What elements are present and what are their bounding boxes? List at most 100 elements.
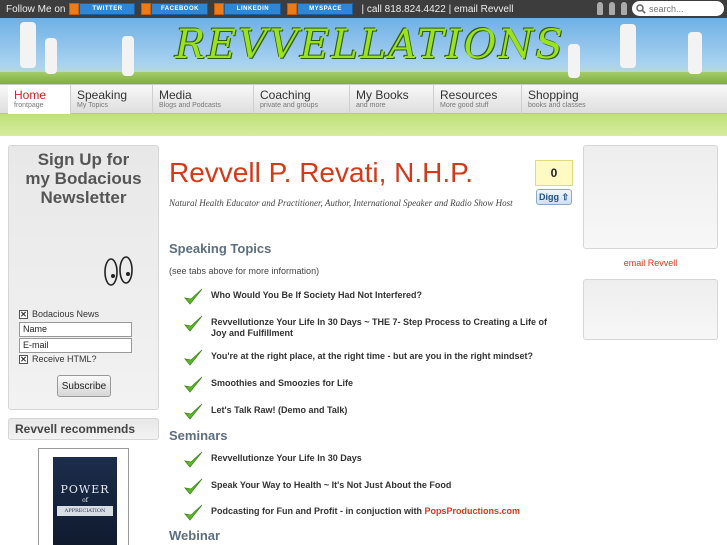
list-item-text: Revvellutionze Your Life In 30 Days ~ TH… xyxy=(211,317,548,338)
name-field[interactable]: Name xyxy=(19,322,132,337)
nav-item-subtitle: frontpage xyxy=(14,102,44,109)
nav-item-speaking[interactable]: Speaking My Topics xyxy=(71,85,153,114)
newsletter-signup-box: Sign Up for my Bodacious Newsletter ✕ Bo… xyxy=(8,145,159,410)
receive-html-checkbox[interactable]: ✕ xyxy=(19,354,28,364)
bodacious-news-option[interactable]: ✕ Bodacious News xyxy=(19,309,99,319)
email-field[interactable]: E-mail xyxy=(19,338,132,353)
top-bar: Follow Me on TWITTER FACEBOOK LINKEDIN M… xyxy=(0,0,727,18)
list-item-text: Revvellutionze Your Life In 30 Days xyxy=(211,453,362,463)
page-title: Revvell P. Revati, N.H.P. xyxy=(169,157,473,188)
main-nav: Home frontpage Speaking My Topics Media … xyxy=(0,84,727,114)
eyes-logo-icon xyxy=(104,256,133,286)
digg-button[interactable]: Digg ⇧ xyxy=(536,189,572,205)
webinar-heading: Webinar xyxy=(169,528,221,543)
nav-item-subtitle: private and groups xyxy=(260,102,318,109)
list-item: Revvellutionze Your Life In 30 Days ~ TH… xyxy=(183,314,561,339)
list-item: You're at the right place, at the right … xyxy=(183,348,561,368)
list-item-text: Smoothies and Smoozies for Life xyxy=(211,378,354,388)
twitter-label: TWITTER xyxy=(79,3,136,15)
list-item: Smoothies and Smoozies for Life xyxy=(183,375,561,395)
pops-productions-link[interactable]: PopsProductions.com xyxy=(425,506,521,516)
header-banner: REVVELLATIONS xyxy=(0,18,727,84)
nav-item-shopping[interactable]: Shopping books and classes xyxy=(522,85,612,114)
speaking-topics-heading: Speaking Topics xyxy=(169,241,272,256)
jumping-person-image xyxy=(20,22,36,68)
list-item: Who Would You Be If Society Had Not Inte… xyxy=(183,287,561,307)
checkmark-icon xyxy=(184,451,203,468)
checkmark-icon xyxy=(184,504,203,521)
linkedin-link[interactable]: LINKEDIN xyxy=(214,3,282,15)
facebook-label: FACEBOOK xyxy=(151,3,209,15)
list-item-text: Who Would You Be If Society Had Not Inte… xyxy=(211,290,423,300)
speaking-note: (see tabs above for more information) xyxy=(169,266,320,276)
list-item: Speak Your Way to Health ~ It's Not Just… xyxy=(183,477,561,497)
list-item: Let's Talk Raw! (Demo and Talk) xyxy=(183,402,561,422)
grass-graphic xyxy=(0,72,727,84)
nav-item-subtitle: and more xyxy=(356,102,386,109)
jumping-person-image xyxy=(620,24,636,68)
nav-item-home[interactable]: Home frontpage xyxy=(8,85,71,114)
linkedin-icon xyxy=(214,3,225,15)
book-title-line: of xyxy=(82,497,88,504)
checkmark-icon xyxy=(184,478,203,495)
book-title-line: POWER xyxy=(60,483,110,496)
site-logo[interactable]: REVVELLATIONS xyxy=(175,22,565,68)
book-title-line: APPRECIATION xyxy=(57,506,113,516)
list-item: Revvellutionze Your Life In 30 Days xyxy=(183,450,561,470)
list-item-text: Podcasting for Fun and Profit - in conju… xyxy=(211,503,561,517)
facebook-link[interactable]: FACEBOOK xyxy=(141,3,209,15)
list-item-text-prefix: Podcasting for Fun and Profit - in conju… xyxy=(211,506,425,516)
list-item: Podcasting for Fun and Profit - in conju… xyxy=(183,503,561,523)
green-divider xyxy=(0,114,727,136)
right-box-2 xyxy=(583,279,718,340)
nav-item-subtitle: My Topics xyxy=(77,102,108,109)
list-item-text: You're at the right place, at the right … xyxy=(211,351,534,361)
person-icon xyxy=(621,2,627,15)
book-cover: POWER of APPRECIATION xyxy=(53,457,117,545)
myspace-link[interactable]: MYSPACE xyxy=(287,3,354,15)
jumping-person-image xyxy=(122,36,134,76)
person-icon xyxy=(597,2,603,15)
myspace-label: MYSPACE xyxy=(297,3,354,15)
nav-item-subtitle: books and classes xyxy=(528,102,586,109)
seminars-heading: Seminars xyxy=(169,428,228,443)
search-input[interactable] xyxy=(649,3,719,14)
digg-widget[interactable]: 0 Digg ⇧ xyxy=(535,160,573,208)
checkmark-icon xyxy=(184,349,203,366)
search-box[interactable] xyxy=(632,1,724,16)
recommends-title: Revvell recommends xyxy=(15,422,136,436)
digg-label: Digg xyxy=(538,192,559,202)
nav-item-coaching[interactable]: Coaching private and groups xyxy=(254,85,350,114)
subscribe-button[interactable]: Subscribe xyxy=(57,375,111,397)
twitter-link[interactable]: TWITTER xyxy=(69,3,136,15)
nav-item-title: Resources xyxy=(440,88,498,102)
nav-item-media[interactable]: Media Blogs and Podcasts xyxy=(153,85,254,114)
search-icon xyxy=(636,3,646,14)
nav-item-title: Home xyxy=(14,88,47,102)
twitter-icon xyxy=(69,3,80,15)
bodacious-news-checkbox[interactable]: ✕ xyxy=(19,309,28,319)
nav-item-my-books[interactable]: My Books and more xyxy=(350,85,434,114)
nav-item-title: Media xyxy=(159,88,192,102)
nav-item-subtitle: More good stuff xyxy=(440,102,489,109)
book-image[interactable]: POWER of APPRECIATION xyxy=(38,448,129,545)
follow-label: Follow Me on xyxy=(6,3,66,15)
checkmark-icon xyxy=(184,288,203,305)
person-icon xyxy=(609,2,615,15)
person-icons xyxy=(597,2,627,15)
jumping-person-image xyxy=(45,38,57,74)
digg-count: 0 xyxy=(535,160,573,186)
checkmark-icon xyxy=(184,376,203,393)
checkmark-icon xyxy=(184,315,203,332)
email-revvell-link[interactable]: email Revvell xyxy=(583,258,718,268)
nav-item-title: My Books xyxy=(356,88,409,102)
contact-info[interactable]: | call 818.824.4422 | email Revvell xyxy=(361,4,513,15)
nav-item-resources[interactable]: Resources More good stuff xyxy=(434,85,522,114)
linkedin-label: LINKEDIN xyxy=(224,3,282,15)
page-tagline: Natural Health Educator and Practitioner… xyxy=(169,198,513,208)
list-item-text: Speak Your Way to Health ~ It's Not Just… xyxy=(211,480,452,490)
receive-html-option[interactable]: ✕ Receive HTML? xyxy=(19,354,97,364)
nav-item-subtitle: Blogs and Podcasts xyxy=(159,102,221,109)
checkmark-icon xyxy=(184,403,203,420)
bodacious-news-label: Bodacious News xyxy=(32,309,100,319)
